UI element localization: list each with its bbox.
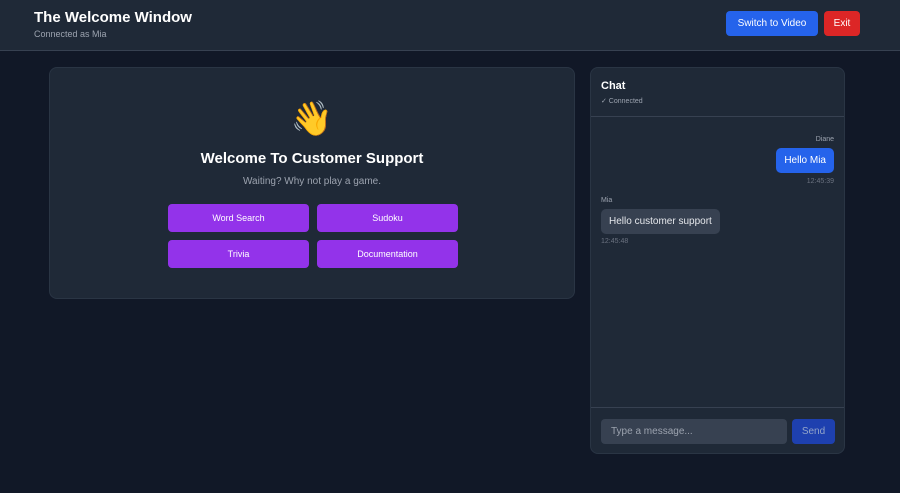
welcome-subtitle: Waiting? Why not play a game.	[242, 176, 382, 187]
send-button[interactable]: Send	[792, 419, 835, 444]
message-bubble-incoming: Hello customer support	[601, 209, 720, 234]
connection-subtitle: Connected as Mia	[34, 29, 107, 39]
welcome-panel: 👋 Welcome To Customer Support Waiting? W…	[49, 67, 575, 299]
message-input[interactable]	[601, 419, 787, 444]
chat-header: Chat ✓ Connected	[591, 68, 844, 117]
trivia-button[interactable]: Trivia	[168, 240, 309, 268]
chat-title: Chat	[601, 80, 626, 92]
window-title: The Welcome Window	[34, 9, 192, 26]
chat-panel: Chat ✓ Connected Diane Hello Mia 12:45:3…	[590, 67, 845, 454]
documentation-button[interactable]: Documentation	[317, 240, 458, 268]
waving-hand-icon: 👋	[290, 100, 334, 138]
chat-composer: Send	[591, 407, 844, 453]
exit-button[interactable]: Exit	[824, 11, 860, 36]
message-sender: Diane	[815, 136, 834, 143]
sudoku-button[interactable]: Sudoku	[317, 204, 458, 232]
message-timestamp: 12:45:48	[601, 238, 629, 245]
welcome-title: Welcome To Customer Support	[200, 150, 424, 167]
connection-status: ✓ Connected	[601, 98, 643, 105]
message-bubble-outgoing: Hello Mia	[776, 148, 834, 173]
word-search-button[interactable]: Word Search	[168, 204, 309, 232]
message-timestamp: 12:45:39	[806, 178, 834, 185]
message-sender: Mia	[601, 197, 613, 204]
switch-to-video-button[interactable]: Switch to Video	[726, 11, 818, 36]
top-header: The Welcome Window Connected as Mia Swit…	[0, 0, 900, 51]
